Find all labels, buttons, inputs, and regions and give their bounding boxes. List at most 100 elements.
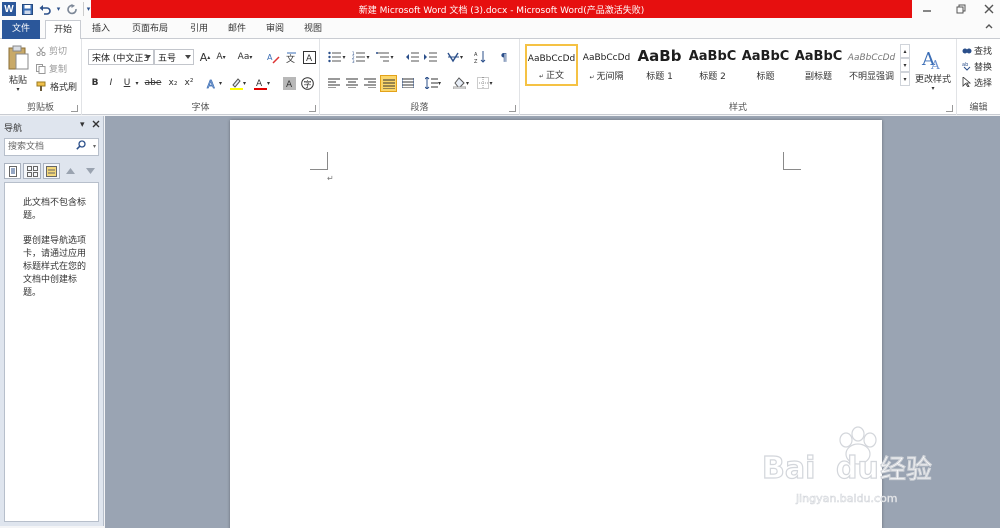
replace-label: 替换 [974, 62, 993, 73]
tab-page-layout[interactable]: 页面布局 [124, 20, 176, 39]
grow-font-button[interactable]: A ▴ [198, 49, 212, 65]
redo-icon[interactable] [65, 2, 79, 16]
replace-button[interactable]: ab 替换 [962, 59, 992, 73]
justify-icon[interactable] [380, 75, 397, 92]
char-border-icon[interactable]: A [302, 49, 316, 65]
svg-text:文: 文 [286, 53, 295, 64]
char-shading-icon[interactable]: A [282, 75, 296, 91]
results-view-icon[interactable] [42, 163, 61, 179]
change-styles-button[interactable]: AA 更改样式 ▾ [913, 42, 953, 96]
svg-text:A: A [256, 79, 263, 89]
ribbon: 粘贴 ▾ 剪切 复制 格式刷 剪贴板 宋体 (中文正3 五号 A ▴ A ▾ Aa ▾… [0, 39, 1000, 115]
subscript-button[interactable]: x₂ [166, 75, 180, 91]
increase-indent-icon[interactable] [422, 49, 438, 65]
superscript-button[interactable]: x² [182, 75, 196, 91]
tab-file[interactable]: 文件 [2, 20, 40, 39]
font-launcher-icon[interactable] [309, 105, 316, 112]
font-name-select[interactable]: 宋体 (中文正3 [88, 49, 154, 65]
save-icon[interactable] [20, 2, 34, 16]
tab-insert[interactable]: 插入 [86, 20, 116, 39]
styles-more-icon[interactable]: ▾ [900, 72, 910, 86]
tab-view[interactable]: 视图 [298, 20, 328, 39]
underline-dropdown-icon[interactable]: ▾ [134, 75, 140, 91]
styles-scroll-up-icon[interactable]: ▴ [900, 44, 910, 58]
help-icon[interactable] [984, 22, 994, 35]
pages-view-icon[interactable] [23, 163, 41, 179]
undo-icon[interactable] [38, 2, 52, 16]
font-color-icon[interactable]: A ▾ [252, 75, 272, 91]
numbering-icon[interactable]: 1 2 3 ▾ [350, 49, 372, 65]
tab-references[interactable]: 引用 [184, 20, 214, 39]
align-right-icon[interactable] [362, 75, 378, 91]
styles-scroll-down-icon[interactable]: ▾ [900, 58, 910, 72]
tab-mailings[interactable]: 邮件 [222, 20, 252, 39]
next-result-icon[interactable] [82, 163, 99, 179]
search-icon[interactable] [76, 140, 86, 156]
styles-group: AaBbCcDd ↵ 正文 AaBbCcDd ↵ 无间隔 AaBb 标题 1 A… [520, 39, 957, 115]
italic-button[interactable]: I [104, 75, 118, 91]
style-heading-2[interactable]: AaBbC 标题 2 [686, 44, 739, 86]
tab-review[interactable]: 审阅 [260, 20, 290, 39]
shading-icon[interactable]: ▾ [450, 75, 472, 91]
font-size-select[interactable]: 五号 [154, 49, 194, 65]
svg-text:A: A [286, 80, 293, 90]
line-spacing-icon[interactable]: ▾ [422, 75, 444, 91]
copy-button[interactable]: 复制 [36, 61, 67, 76]
editing-group-label: 编辑 [969, 103, 988, 113]
font-group-label: 字体 [191, 103, 210, 113]
previous-result-icon[interactable] [62, 163, 79, 179]
change-case-button[interactable]: Aa ▾ [234, 49, 256, 65]
align-left-icon[interactable] [326, 75, 342, 91]
style-name: ↵ 无间隔 [589, 72, 624, 82]
word-app-icon[interactable]: W [2, 2, 16, 16]
style-name: 标题 2 [699, 72, 726, 82]
svg-text:A: A [930, 58, 940, 71]
style-normal[interactable]: AaBbCcDd ↵ 正文 [525, 44, 578, 86]
cut-button[interactable]: 剪切 [36, 43, 67, 58]
text-effects-icon[interactable]: A ▾ [204, 75, 224, 91]
minimize-icon[interactable] [912, 0, 942, 18]
find-button[interactable]: 查找 [962, 43, 992, 57]
underline-button[interactable]: U [120, 75, 134, 91]
pane-options-icon[interactable]: ▾ [80, 120, 85, 130]
multilevel-list-icon[interactable]: ▾ [374, 49, 396, 65]
enclose-char-icon[interactable]: 字 [300, 75, 314, 91]
phonetic-guide-icon[interactable]: 文 [284, 49, 298, 65]
search-document-input[interactable]: 搜索文档 ▾ [4, 138, 99, 156]
bullets-icon[interactable]: ▾ [326, 49, 348, 65]
style-subtle-emphasis[interactable]: AaBbCcDd 不明显强调 [845, 44, 898, 86]
style-subtitle[interactable]: AaBbC 副标题 [792, 44, 845, 86]
sort-icon[interactable]: AZ [472, 49, 488, 65]
svg-text:3: 3 [352, 59, 355, 63]
bold-button[interactable]: B [88, 75, 102, 91]
tab-home[interactable]: 开始 [45, 20, 81, 40]
search-placeholder: 搜索文档 [8, 142, 45, 152]
show-marks-icon[interactable]: ¶ [496, 49, 512, 65]
highlight-icon[interactable]: ▾ [228, 75, 248, 91]
style-no-spacing[interactable]: AaBbCcDd ↵ 无间隔 [580, 44, 633, 86]
borders-icon[interactable]: ▾ [474, 75, 496, 91]
shrink-font-button[interactable]: A ▾ [214, 49, 228, 65]
paste-button[interactable]: 粘贴 ▾ [4, 43, 32, 95]
decrease-indent-icon[interactable] [404, 49, 420, 65]
clear-format-icon[interactable]: A [266, 49, 280, 65]
styles-launcher-icon[interactable] [946, 105, 953, 112]
strikethrough-button[interactable]: abe [144, 75, 162, 91]
search-dropdown-icon[interactable]: ▾ [93, 139, 96, 155]
svg-text:字: 字 [303, 79, 311, 89]
chinese-layout-icon[interactable]: ▾ [444, 49, 466, 65]
paragraph-launcher-icon[interactable] [509, 105, 516, 112]
format-painter-button[interactable]: 格式刷 [36, 79, 77, 94]
style-heading-1[interactable]: AaBb 标题 1 [633, 44, 686, 86]
clipboard-launcher-icon[interactable] [71, 105, 78, 112]
restore-icon[interactable] [946, 0, 976, 18]
distribute-icon[interactable] [400, 75, 416, 91]
select-button[interactable]: 选择 [962, 75, 992, 89]
style-title[interactable]: AaBbC 标题 [739, 44, 792, 86]
undo-dropdown-icon[interactable]: ▾ [56, 2, 61, 16]
close-icon[interactable] [974, 0, 1000, 18]
headings-view-icon[interactable] [4, 163, 22, 179]
scissors-icon [36, 46, 46, 56]
pane-close-icon[interactable] [92, 120, 100, 131]
align-center-icon[interactable] [344, 75, 360, 91]
